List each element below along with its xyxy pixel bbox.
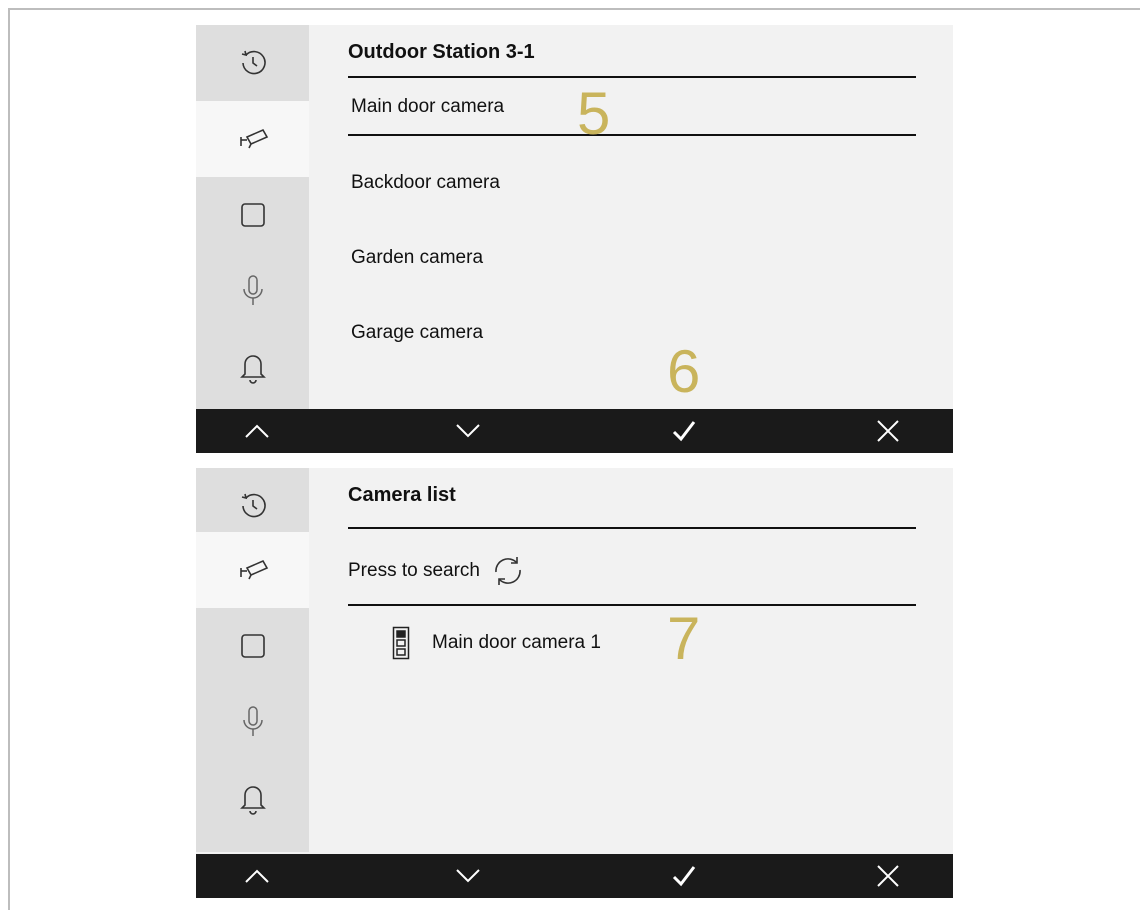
search-label: Press to search: [348, 560, 480, 581]
list-item-garage-camera[interactable]: Garage camera: [351, 322, 483, 344]
square-icon: [240, 203, 265, 227]
up-button[interactable]: [227, 409, 287, 453]
check-icon: [672, 866, 696, 887]
microphone-icon: [242, 275, 263, 305]
sidebar-item-screen[interactable]: [196, 608, 309, 684]
confirm-button[interactable]: [654, 854, 714, 898]
up-arrow-icon: [245, 869, 269, 883]
refresh-icon: [495, 557, 521, 585]
page-title: Camera list: [348, 484, 456, 506]
sidebar-item-screen[interactable]: [196, 177, 309, 253]
sidebar: [196, 468, 309, 852]
sidebar-item-camera[interactable]: [196, 532, 309, 608]
down-arrow-icon: [456, 424, 480, 438]
frame-left-border: [8, 8, 10, 910]
callout-marker: 7: [667, 605, 701, 672]
camera-list-screen: Camera list Press to search Main door ca…: [196, 468, 953, 898]
page-title: Outdoor Station 3-1: [348, 41, 535, 63]
sidebar: [196, 25, 309, 409]
frame-top-border: [8, 8, 1140, 10]
sidebar-item-bell[interactable]: [196, 329, 309, 405]
history-icon: [241, 50, 266, 75]
down-button[interactable]: [438, 409, 498, 453]
list-item-garden-camera[interactable]: Garden camera: [351, 247, 483, 269]
square-icon: [240, 634, 265, 658]
bottom-navigation-bar: [196, 409, 953, 453]
check-icon: [672, 421, 696, 442]
close-icon: [877, 420, 899, 442]
search-divider: [348, 604, 916, 606]
door-station-icon: [392, 626, 410, 660]
sidebar-item-microphone[interactable]: [196, 684, 309, 760]
sidebar-item-bell[interactable]: [196, 760, 309, 836]
close-button[interactable]: [858, 854, 918, 898]
list-item-camera[interactable]: Main door camera 1: [392, 626, 601, 660]
camera-icon: [239, 128, 268, 149]
callout-marker: 5: [577, 80, 611, 147]
selection-divider: [348, 134, 916, 136]
bottom-navigation-bar: [196, 854, 953, 898]
camera-icon: [239, 559, 268, 580]
title-divider: [348, 76, 916, 78]
microphone-icon: [242, 706, 263, 736]
up-arrow-icon: [245, 424, 269, 438]
down-button[interactable]: [438, 854, 498, 898]
history-icon: [241, 493, 266, 518]
down-arrow-icon: [456, 869, 480, 883]
list-item-backdoor-camera[interactable]: Backdoor camera: [351, 172, 500, 194]
sidebar-item-microphone[interactable]: [196, 253, 309, 329]
sidebar-item-history[interactable]: [196, 25, 309, 101]
bell-icon: [239, 786, 266, 815]
title-divider: [348, 527, 916, 529]
camera-item-label: Main door camera 1: [432, 632, 601, 653]
callout-marker: 6: [667, 338, 701, 405]
outdoor-station-screen: Outdoor Station 3-1 Main door camera Bac…: [196, 25, 953, 453]
close-button[interactable]: [858, 409, 918, 453]
close-icon: [877, 865, 899, 887]
sidebar-item-camera[interactable]: [196, 101, 309, 177]
list-item-main-door-camera[interactable]: Main door camera: [351, 96, 504, 118]
search-button[interactable]: Press to search: [348, 554, 526, 588]
confirm-button[interactable]: [654, 409, 714, 453]
up-button[interactable]: [227, 854, 287, 898]
bell-icon: [239, 355, 266, 384]
